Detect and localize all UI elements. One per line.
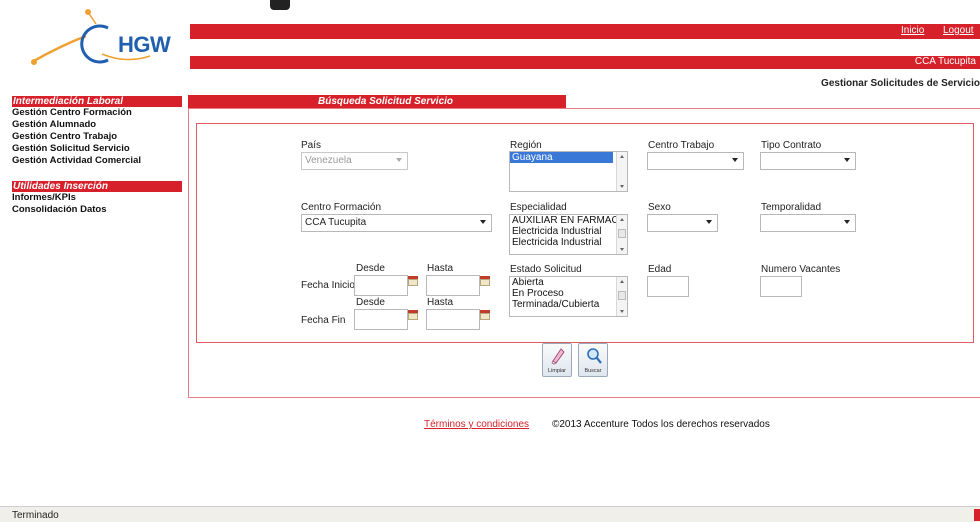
calendar-icon[interactable] xyxy=(408,276,418,286)
calendar-icon[interactable] xyxy=(480,310,490,320)
sidebar-item-solicitud-servicio[interactable]: Gestión Solicitud Servicio xyxy=(12,143,182,155)
calendar-icon[interactable] xyxy=(480,276,490,286)
sidebar-section-title: Utilidades Inserción xyxy=(12,181,182,192)
centro-trabajo-label: Centro Trabajo xyxy=(648,140,715,151)
estado-option[interactable]: Terminada/Cubierta xyxy=(510,299,627,310)
fecha-fin-desde-input[interactable] xyxy=(354,309,408,330)
temporalidad-select[interactable] xyxy=(760,214,856,232)
numero-vacantes-label: Numero Vacantes xyxy=(761,264,841,275)
copyright-text: ©2013 Accenture Todos los derechos reser… xyxy=(552,419,770,430)
especialidad-label: Especialidad xyxy=(510,202,567,213)
top-nav-bar: Inicio Logout xyxy=(190,24,980,39)
sidebar-item-actividad-comercial[interactable]: Gestión Actividad Comercial xyxy=(12,155,182,167)
estado-option[interactable]: En Proceso xyxy=(510,288,627,299)
sidebar: Intermediación Laboral Gestión Centro Fo… xyxy=(12,96,182,216)
chevron-down-icon xyxy=(706,220,712,224)
chevron-down-icon xyxy=(844,158,850,162)
status-indicator-icon xyxy=(974,509,980,521)
sidebar-section-title: Intermediación Laboral xyxy=(12,96,182,107)
chevron-down-icon xyxy=(732,158,738,162)
limpiar-label: Limpiar xyxy=(547,368,567,374)
status-bar: Terminado xyxy=(0,506,980,522)
pais-select[interactable]: Venezuela xyxy=(301,152,408,170)
pais-value: Venezuela xyxy=(305,155,352,166)
especialidad-option[interactable]: AUXILIAR EN FARMACIA xyxy=(510,215,627,226)
especialidad-listbox[interactable]: AUXILIAR EN FARMACIA Electricida Industr… xyxy=(509,214,628,255)
chevron-down-icon xyxy=(480,220,486,224)
fecha-inicio-label: Fecha Inicio xyxy=(301,280,355,291)
centro-formacion-label: Centro Formación xyxy=(301,202,382,213)
hgw-logo: HGW xyxy=(30,6,171,76)
buscar-label: Buscar xyxy=(584,368,602,374)
centro-formacion-value: CCA Tucupita xyxy=(305,217,367,228)
sidebar-item-consolidacion[interactable]: Consolidación Datos xyxy=(12,204,182,216)
sidebar-item-alumnado[interactable]: Gestión Alumnado xyxy=(12,119,182,131)
numero-vacantes-input[interactable] xyxy=(760,276,802,297)
temporalidad-label: Temporalidad xyxy=(761,202,822,213)
limpiar-button[interactable]: Limpiar xyxy=(542,343,572,377)
especialidad-option[interactable]: Electricida Industrial xyxy=(510,237,627,248)
estado-solicitud-listbox[interactable]: Abierta En Proceso Terminada/Cubierta xyxy=(509,276,628,317)
sidebar-item-centro-formacion[interactable]: Gestión Centro Formación xyxy=(12,107,182,119)
fecha-fin-hasta-input[interactable] xyxy=(426,309,480,330)
buscar-button[interactable]: Buscar xyxy=(578,343,608,377)
search-tab: Búsqueda Solicitud Servicio xyxy=(188,95,566,108)
magnifier-icon xyxy=(587,348,602,364)
center-name: CCA Tucupita xyxy=(914,56,976,67)
sidebar-item-centro-trabajo[interactable]: Gestión Centro Trabajo xyxy=(12,131,182,143)
region-listbox[interactable]: Guayana xyxy=(509,151,628,192)
fecha-inicio-hasta-input[interactable] xyxy=(426,275,480,296)
tipo-contrato-select[interactable] xyxy=(760,152,856,170)
terms-link-wrap: Términos y condiciones xyxy=(424,419,529,430)
listbox-scrollbar[interactable] xyxy=(616,152,627,191)
estado-option[interactable]: Abierta xyxy=(510,277,627,288)
logout-link[interactable]: Logout xyxy=(943,25,974,36)
top-edge-fragment xyxy=(270,0,290,10)
chevron-down-icon xyxy=(844,220,850,224)
eraser-icon xyxy=(551,348,565,365)
fecha-inicio-desde-label: Desde xyxy=(356,263,385,274)
page-title: Gestionar Solicitudes de Servicio xyxy=(821,78,980,89)
home-link[interactable]: Inicio xyxy=(901,25,924,36)
listbox-scrollbar[interactable] xyxy=(616,215,627,254)
fecha-inicio-desde-input[interactable] xyxy=(354,275,408,296)
chevron-down-icon xyxy=(396,158,402,162)
terms-link[interactable]: Términos y condiciones xyxy=(424,419,529,430)
fecha-fin-label: Fecha Fin xyxy=(301,315,346,326)
region-label: Región xyxy=(510,140,542,151)
center-bar: CCA Tucupita xyxy=(190,56,980,69)
fecha-inicio-hasta-label: Hasta xyxy=(427,263,454,274)
status-text: Terminado xyxy=(12,510,59,521)
sexo-select[interactable] xyxy=(647,214,718,232)
calendar-icon[interactable] xyxy=(408,310,418,320)
tab-title: Búsqueda Solicitud Servicio xyxy=(318,96,454,107)
edad-label: Edad xyxy=(648,264,672,275)
sexo-label: Sexo xyxy=(648,202,671,213)
sidebar-item-informes[interactable]: Informes/KPIs xyxy=(12,192,182,204)
centro-formacion-select[interactable]: CCA Tucupita xyxy=(301,214,492,232)
edad-input[interactable] xyxy=(647,276,689,297)
centro-trabajo-select[interactable] xyxy=(647,152,744,170)
listbox-scrollbar[interactable] xyxy=(616,277,627,316)
region-option[interactable]: Guayana xyxy=(510,152,613,163)
fecha-fin-hasta-label: Hasta xyxy=(427,297,454,308)
estado-solicitud-label: Estado Solicitud xyxy=(510,264,582,275)
tipo-contrato-label: Tipo Contrato xyxy=(761,140,822,151)
logo-text: HGW xyxy=(118,32,171,57)
pais-label: País xyxy=(301,140,322,151)
especialidad-option[interactable]: Electricida Industrial xyxy=(510,226,627,237)
fecha-fin-desde-label: Desde xyxy=(356,297,385,308)
